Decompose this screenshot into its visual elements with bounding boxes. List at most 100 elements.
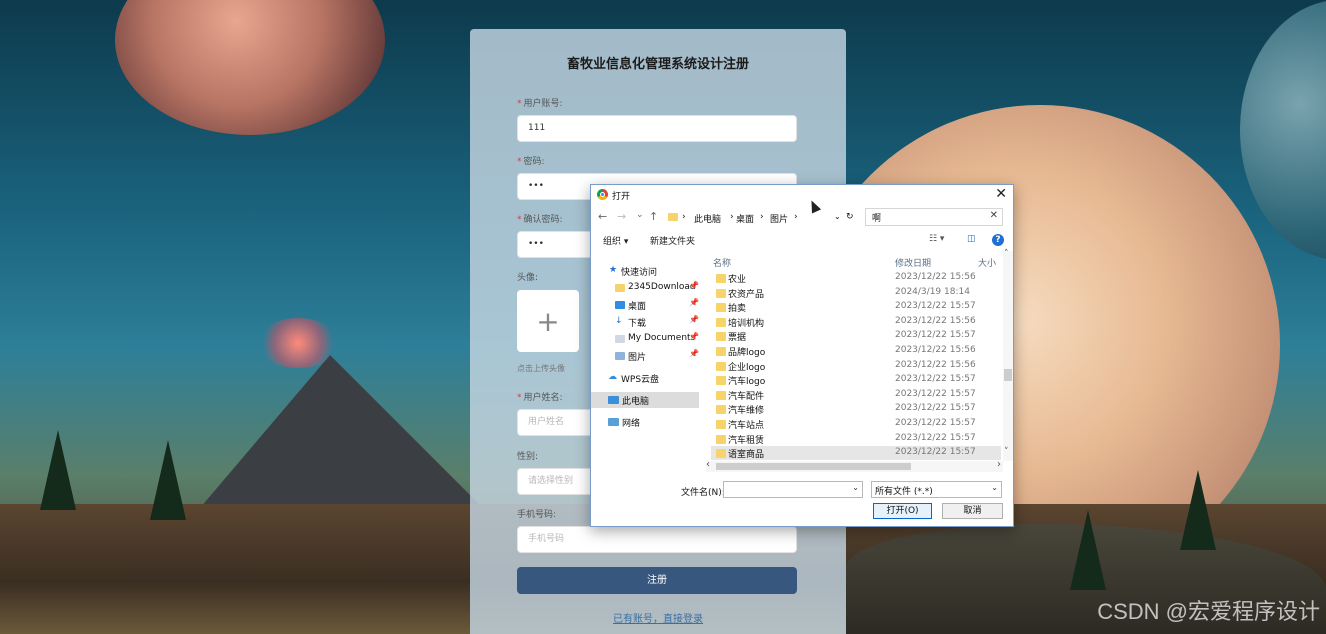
edge-planet-image xyxy=(1240,0,1326,260)
nav-this-pc[interactable]: 此电脑 xyxy=(591,392,699,408)
plus-icon: + xyxy=(536,304,560,338)
dialog-titlebar: 打开 ✕ xyxy=(591,185,1013,205)
nav-downloads[interactable]: ↓ 下载 📌 xyxy=(591,314,699,330)
folder-icon xyxy=(716,390,726,400)
desktop-icon xyxy=(615,301,625,309)
nav-wps-cloud[interactable]: ☁ WPS云盘 xyxy=(591,370,699,386)
pin-icon: 📌 xyxy=(689,332,699,341)
file-row[interactable]: 汽车logo 2023/12/22 15:57 xyxy=(711,373,1001,387)
file-name: 培训机构 xyxy=(728,318,765,329)
back-arrow-icon[interactable]: ← xyxy=(598,210,607,223)
navigation-pane: ★ 快速访问 2345Download 📌 桌面 📌 ↓ 下载 📌 My Doc… xyxy=(591,261,703,477)
file-name: 企业logo xyxy=(728,362,766,373)
file-row[interactable]: 品牌logo 2023/12/22 15:56 xyxy=(711,344,1001,358)
filetype-select[interactable]: 所有文件 (*.*) ⌄ xyxy=(871,481,1002,498)
tree-image xyxy=(1070,510,1106,590)
breadcrumb-this-pc[interactable]: 此电脑 xyxy=(694,212,721,225)
nav-quick-access[interactable]: ★ 快速访问 xyxy=(591,263,699,279)
view-options-icon[interactable]: ☷ ▾ xyxy=(929,234,944,244)
file-name: 农业 xyxy=(728,275,747,285)
column-date-header[interactable]: 修改日期 xyxy=(895,256,931,269)
folder-icon xyxy=(716,449,726,459)
file-date: 2023/12/22 15:56 xyxy=(895,272,976,282)
file-row[interactable]: 拍卖 2023/12/22 15:57 xyxy=(711,300,1001,314)
nav-desktop[interactable]: 桌面 📌 xyxy=(591,297,699,313)
file-list: 名称 修改日期 大小 农业 2023/12/22 15:56 农资产品 2024/3/… xyxy=(711,251,1004,461)
file-row[interactable]: 语室商品 2023/12/22 15:57 xyxy=(711,446,1001,461)
phone-input[interactable]: 手机号码 xyxy=(517,526,797,553)
file-name: 语室商品 xyxy=(728,450,765,461)
file-name: 品牌logo xyxy=(728,348,766,358)
file-date: 2024/3/19 18:14 xyxy=(895,286,970,297)
search-clear-icon[interactable]: ✕ xyxy=(990,210,998,221)
search-input[interactable]: 啊 ✕ xyxy=(865,208,1003,226)
file-name: 农资产品 xyxy=(728,289,765,300)
breadcrumb-sep: › xyxy=(682,212,686,222)
avatar-label: 头像: xyxy=(517,273,539,283)
horizontal-scrollbar[interactable]: ‹ › xyxy=(706,459,1003,472)
horizontal-scroll-thumb[interactable] xyxy=(716,463,911,470)
account-input[interactable]: 111 xyxy=(517,115,797,142)
file-date: 2023/12/22 15:57 xyxy=(895,388,976,399)
vertical-scrollbar[interactable]: ˄ ˅ xyxy=(1003,249,1013,461)
file-row[interactable]: 农资产品 2024/3/19 18:14 xyxy=(711,286,1001,300)
folder-icon xyxy=(716,376,726,386)
file-row[interactable]: 汽车配件 2023/12/22 15:57 xyxy=(711,388,1001,402)
open-button[interactable]: 打开(O) xyxy=(873,503,932,519)
register-button[interactable]: 注册 xyxy=(517,567,797,594)
file-open-dialog: 打开 ✕ ← → ⌄ ↑ › 此电脑 › 桌面 › 图片 › ⌄ ↻ 啊 ✕ 组… xyxy=(590,184,1014,527)
nav-pictures[interactable]: 图片 📌 xyxy=(591,348,699,364)
chevron-down-icon[interactable]: ⌄ xyxy=(852,483,859,492)
filename-input[interactable]: ⌄ xyxy=(723,481,863,498)
up-arrow-icon[interactable]: ↑ xyxy=(649,210,658,223)
nav-2345download[interactable]: 2345Download 📌 xyxy=(591,280,699,296)
chevron-down-icon: ⌄ xyxy=(991,483,998,492)
register-title: 畜牧业信息化管理系统设计注册 xyxy=(566,57,749,72)
file-date: 2023/12/22 15:56 xyxy=(895,345,976,355)
close-icon[interactable]: ✕ xyxy=(995,186,1007,202)
forward-arrow-icon[interactable]: → xyxy=(617,210,626,223)
address-bar[interactable]: › 此电脑 › 桌面 › 图片 › ⌄ ↻ xyxy=(663,208,857,228)
file-row[interactable]: 汽车租赁 2023/12/22 15:57 xyxy=(711,432,1001,446)
chrome-icon xyxy=(597,189,608,200)
vertical-scroll-thumb[interactable] xyxy=(1004,369,1012,381)
folder-icon xyxy=(716,274,726,283)
cloud-icon: ☁ xyxy=(608,372,617,382)
column-name-header[interactable]: 名称 xyxy=(713,256,731,269)
new-folder-button[interactable]: 新建文件夹 xyxy=(650,234,695,247)
cancel-button[interactable]: 取消 xyxy=(942,503,1003,519)
help-icon[interactable]: ? xyxy=(992,234,1004,246)
file-name: 票据 xyxy=(728,333,747,344)
recent-dropdown-icon[interactable]: ⌄ xyxy=(636,210,644,220)
scroll-right-icon[interactable]: › xyxy=(997,459,1001,470)
address-dropdown-icon[interactable]: ⌄ xyxy=(834,212,841,221)
breadcrumb-desktop[interactable]: 桌面 xyxy=(736,212,754,225)
dialog-command-bar: 组织 ▾ 新建文件夹 ☷ ▾ ◫ ? xyxy=(591,231,1013,249)
file-row[interactable]: 汽车站点 2023/12/22 15:57 xyxy=(711,417,1001,431)
scroll-down-icon[interactable]: ˅ xyxy=(1004,447,1009,457)
file-row[interactable]: 企业logo 2023/12/22 15:56 xyxy=(711,359,1001,373)
gender-label: 性别: xyxy=(517,452,539,462)
preview-pane-icon[interactable]: ◫ xyxy=(967,234,976,244)
breadcrumb-pictures[interactable]: 图片 xyxy=(770,212,788,225)
file-row[interactable]: 农业 2023/12/22 15:56 xyxy=(711,271,1001,285)
login-link[interactable]: 已有账号，直接登录 xyxy=(470,610,846,625)
download-icon: ↓ xyxy=(615,316,623,326)
file-row[interactable]: 汽车维修 2023/12/22 15:57 xyxy=(711,402,1001,416)
file-row[interactable]: 票据 2023/12/22 15:57 xyxy=(711,329,1001,343)
folder-icon xyxy=(615,284,625,292)
nav-network[interactable]: 网络 xyxy=(591,414,699,430)
refresh-icon[interactable]: ↻ xyxy=(846,212,854,222)
scroll-up-icon[interactable]: ˄ xyxy=(1004,249,1009,259)
password-label: * 密码: xyxy=(517,157,545,167)
file-name: 拍卖 xyxy=(728,304,747,315)
file-row[interactable]: 培训机构 2023/12/22 15:56 xyxy=(711,315,1001,329)
avatar-upload-button[interactable]: + xyxy=(517,290,579,352)
organize-menu[interactable]: 组织 ▾ xyxy=(603,234,628,247)
column-size-header[interactable]: 大小 xyxy=(978,256,996,269)
file-date: 2023/12/22 15:57 xyxy=(895,330,976,341)
nav-my-documents[interactable]: My Documents 📌 xyxy=(591,331,699,347)
account-label: * 用户账号: xyxy=(517,99,563,109)
scroll-left-icon[interactable]: ‹ xyxy=(706,459,710,470)
star-icon: ★ xyxy=(609,265,618,275)
